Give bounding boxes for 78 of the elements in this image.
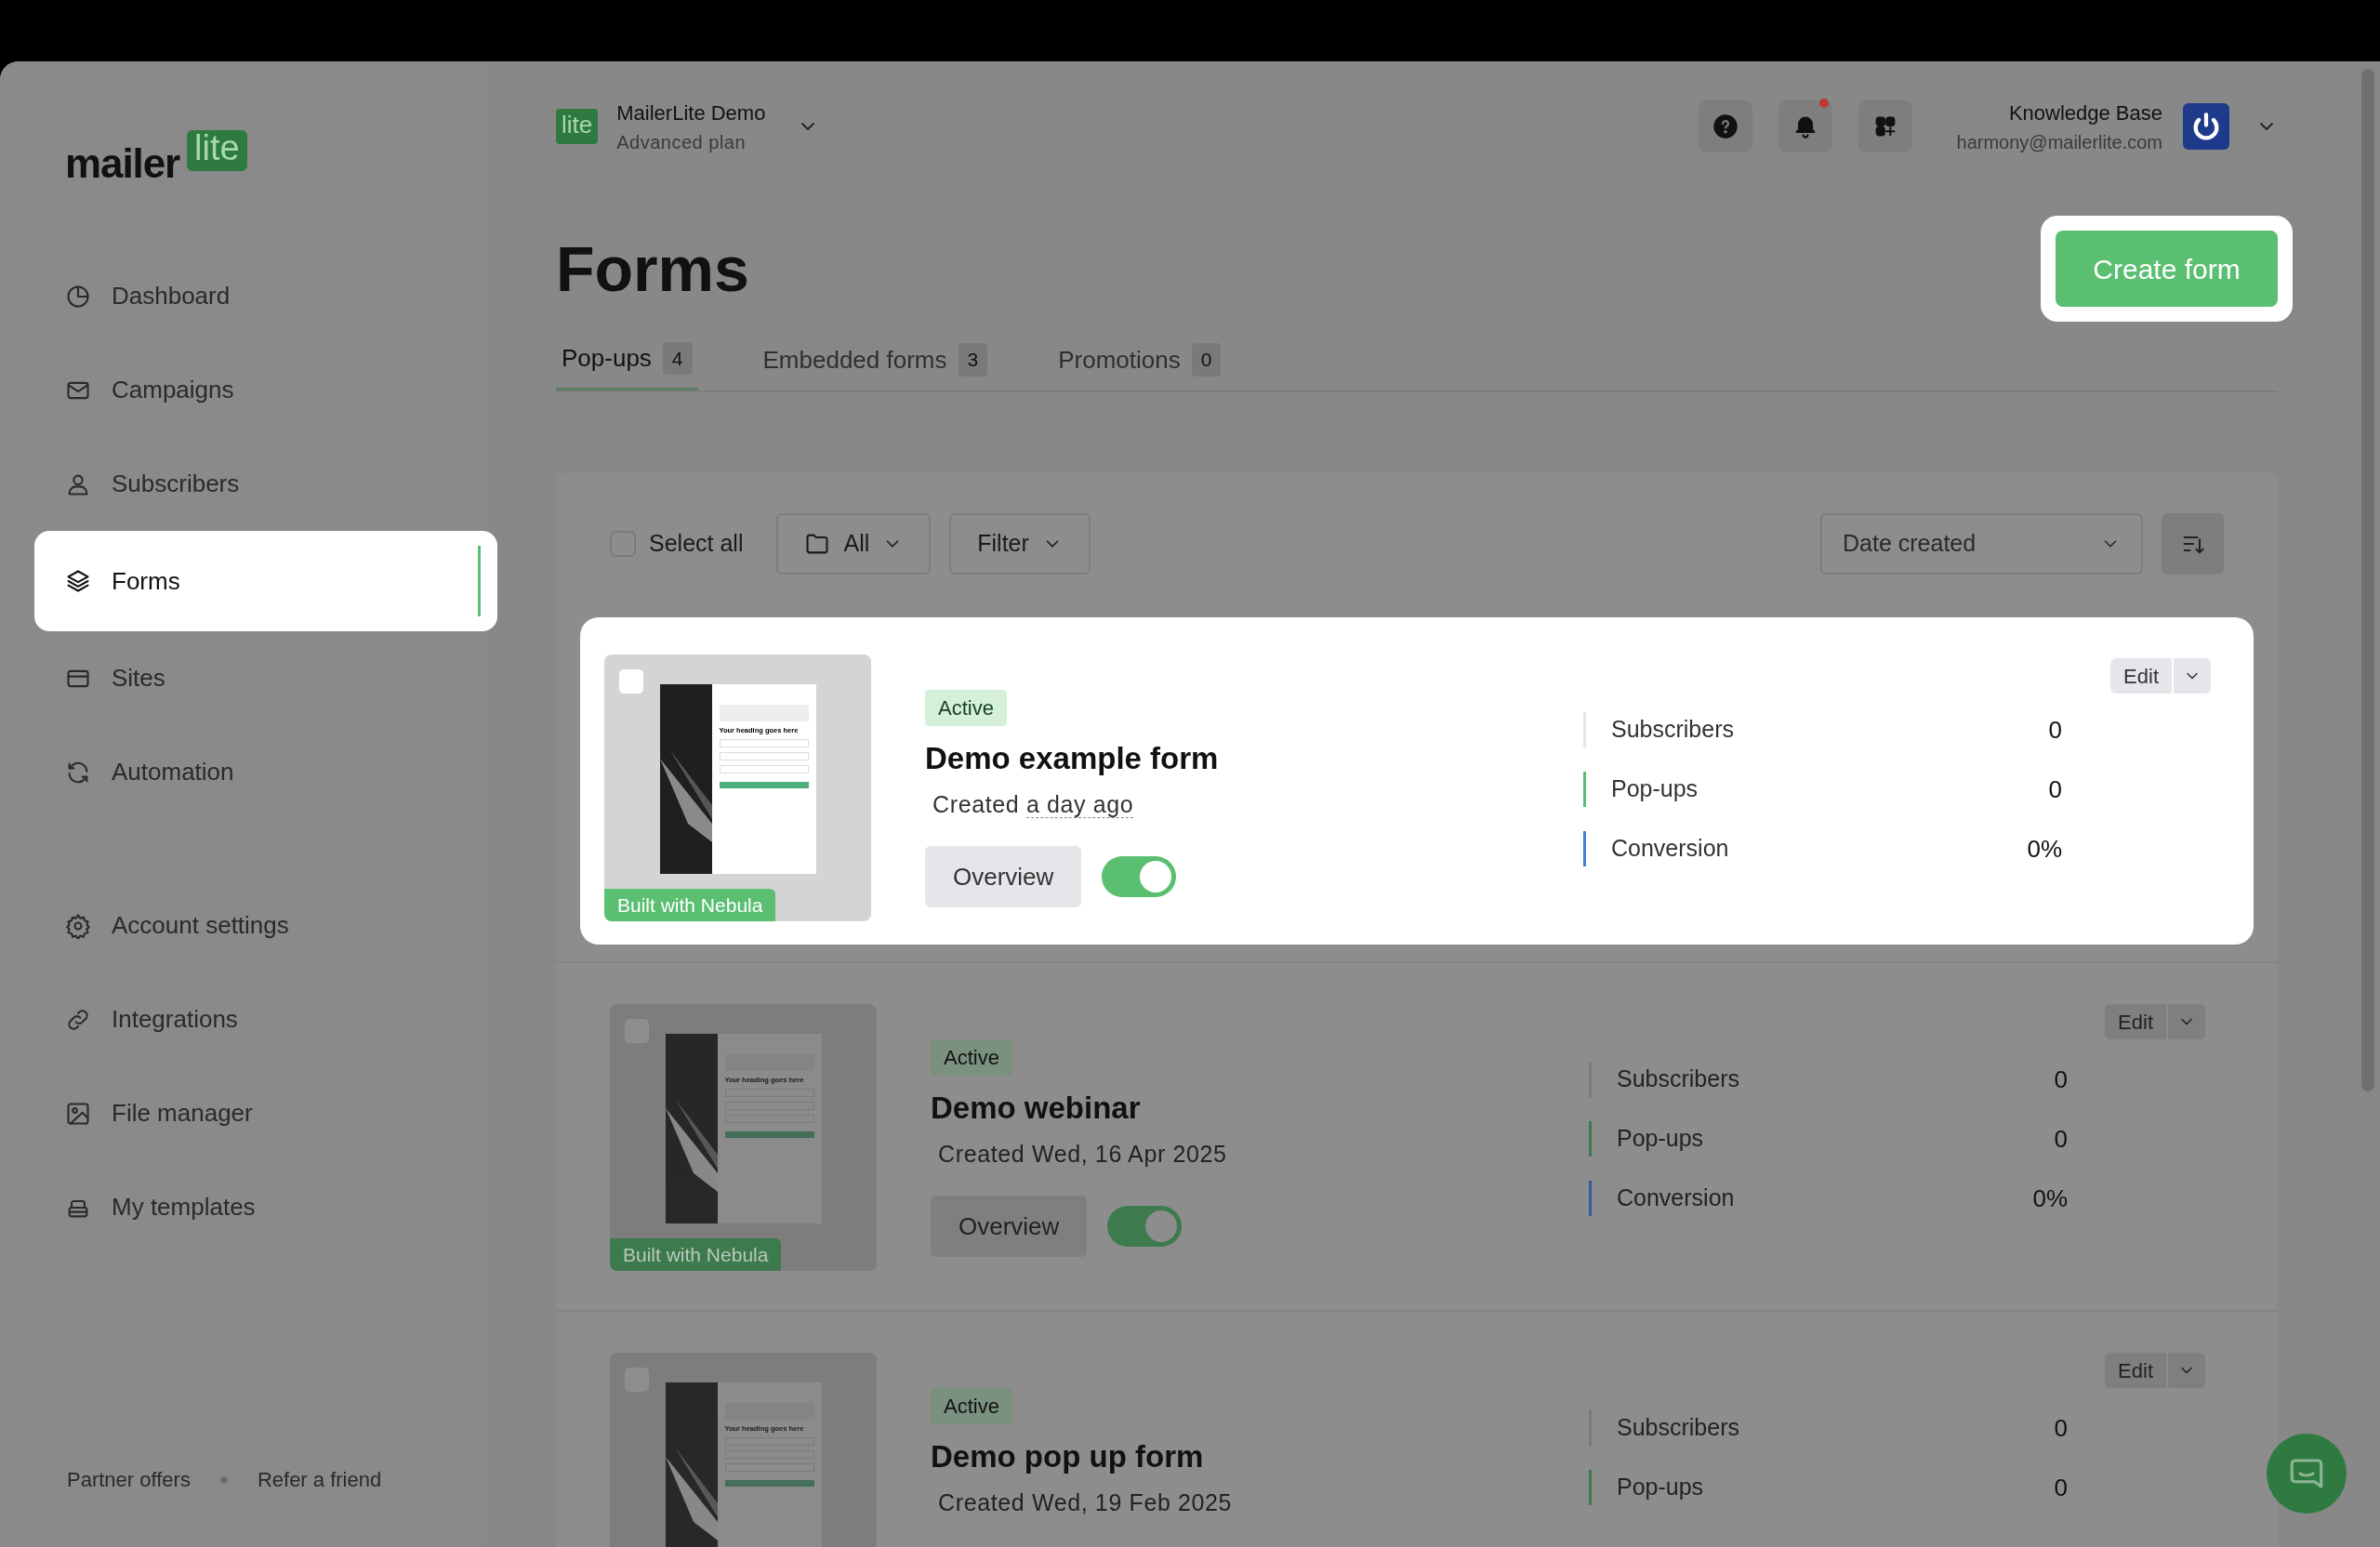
- tab[interactable]: Promotions 0: [1052, 329, 1227, 390]
- stat-value: 0: [2054, 1123, 2068, 1155]
- notifications-button[interactable]: [1778, 100, 1832, 152]
- form-name: Demo example form: [925, 740, 1219, 777]
- stat-label: Subscribers: [1617, 1064, 1740, 1094]
- nav-item[interactable]: Account settings: [34, 879, 482, 972]
- edit-options-button[interactable]: [2174, 658, 2211, 694]
- select-all-checkbox[interactable]: Select all: [610, 526, 744, 562]
- status-badge: Active: [931, 1388, 1012, 1424]
- stat-value: 0%: [2032, 1183, 2068, 1214]
- nav-item[interactable]: Automation: [34, 725, 482, 819]
- builder-badge: Built with Nebula: [604, 888, 776, 921]
- form-name: Demo webinar: [931, 1090, 1141, 1127]
- footer-link[interactable]: Refer a friend: [257, 1464, 382, 1495]
- stat-value: 0: [2054, 1064, 2068, 1095]
- nav-item[interactable]: Dashboard: [34, 249, 482, 343]
- sort-dropdown[interactable]: Date created: [1820, 513, 2143, 575]
- edit-button[interactable]: Edit: [2110, 658, 2172, 694]
- created-date: Created Wed, 16 Apr 2025: [938, 1139, 1227, 1170]
- user-name: Knowledge Base: [2008, 99, 2162, 126]
- folder-dropdown[interactable]: All: [776, 513, 932, 575]
- builder-badge: Built with Nebula: [610, 1237, 782, 1271]
- filter-dropdown[interactable]: Filter: [949, 513, 1091, 575]
- stat-label: Subscribers: [1611, 715, 1735, 745]
- tab[interactable]: Pop-ups 4: [556, 329, 698, 390]
- help-button[interactable]: [1698, 100, 1752, 152]
- stat-value: 0: [2048, 714, 2062, 746]
- stat-label: Pop-ups: [1617, 1124, 1705, 1154]
- stat-label: Conversion: [1611, 834, 1730, 864]
- tab[interactable]: Embedded forms 3: [757, 329, 994, 390]
- workspace-name: MailerLite Demo: [616, 99, 766, 126]
- stat-label: Subscribers: [1617, 1413, 1740, 1443]
- stat-label: Pop-ups: [1617, 1473, 1705, 1502]
- status-badge: Active: [931, 1039, 1012, 1076]
- settings-icon: [65, 912, 91, 939]
- footer-link[interactable]: Partner offers: [67, 1464, 191, 1495]
- status-badge: Active: [925, 690, 1007, 726]
- nav-item[interactable]: Sites: [34, 631, 482, 725]
- form-name: Demo pop up form: [931, 1438, 1204, 1475]
- layers-icon: [65, 568, 91, 594]
- workspace-logo: lite: [556, 109, 599, 144]
- created-date: Created Wed, 19 Feb 2025: [938, 1488, 1233, 1518]
- nav-item[interactable]: Forms: [34, 531, 497, 631]
- tab-count: 4: [662, 341, 693, 376]
- nav-item[interactable]: File manager: [34, 1066, 482, 1160]
- plan-name: Advanced plan: [616, 130, 747, 154]
- overview-button[interactable]: Overview: [931, 1196, 1088, 1257]
- stat-value: 0: [2048, 774, 2062, 805]
- created-date: Created a day ago: [932, 789, 1134, 820]
- nav-item[interactable]: Campaigns: [34, 343, 482, 437]
- apps-button[interactable]: [1858, 100, 1912, 152]
- status-toggle[interactable]: [1102, 856, 1177, 897]
- edit-button[interactable]: Edit: [2105, 1353, 2166, 1388]
- scrollbar[interactable]: [2361, 69, 2374, 1091]
- form-checkbox[interactable]: [619, 669, 643, 694]
- page-title: Forms: [556, 237, 749, 300]
- stat-value: 0%: [2027, 833, 2062, 865]
- stat-value: 0: [2054, 1472, 2068, 1503]
- image-icon: [65, 1100, 91, 1127]
- nav-item[interactable]: Subscribers: [34, 437, 482, 531]
- status-toggle[interactable]: [1107, 1206, 1183, 1247]
- stat-label: Pop-ups: [1611, 774, 1699, 804]
- tab-count: 0: [1191, 343, 1222, 377]
- nav-item[interactable]: Integrations: [34, 972, 482, 1066]
- edit-button[interactable]: Edit: [2105, 1004, 2166, 1039]
- nav-item[interactable]: My templates: [34, 1160, 482, 1254]
- pie-chart-icon: [65, 283, 91, 310]
- stat-label: Conversion: [1617, 1183, 1736, 1213]
- sort-order-button[interactable]: [2162, 513, 2224, 575]
- user-email: harmony@mailerlite.com: [1956, 130, 2162, 154]
- stat-value: 0: [2054, 1412, 2068, 1444]
- edit-options-button[interactable]: [2168, 1353, 2205, 1388]
- help-icon: [1712, 113, 1739, 139]
- create-form-button[interactable]: Create form: [2056, 231, 2278, 307]
- edit-options-button[interactable]: [2168, 1004, 2205, 1039]
- tab-count: 3: [958, 343, 988, 377]
- overview-button[interactable]: Overview: [925, 846, 1082, 907]
- logo: mailer lite: [0, 130, 482, 184]
